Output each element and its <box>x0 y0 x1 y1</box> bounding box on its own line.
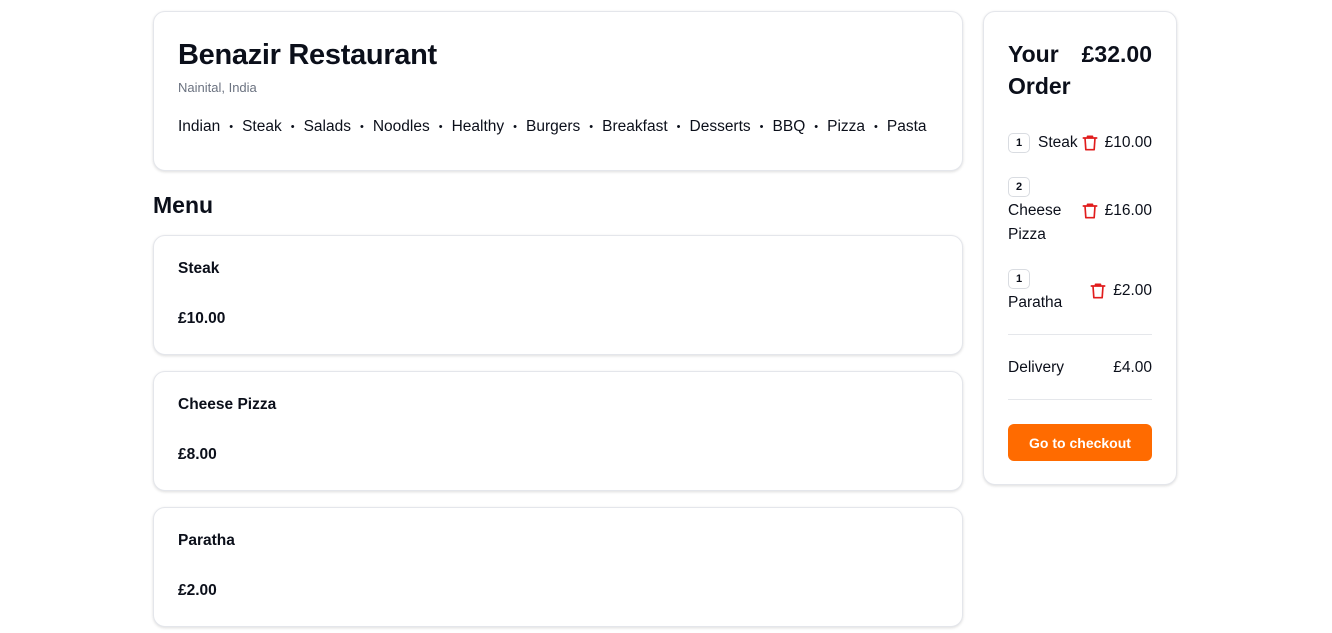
quantity-badge: 1 <box>1008 269 1030 289</box>
menu-item-price: £2.00 <box>178 582 217 599</box>
menu-item-price: £8.00 <box>178 446 217 463</box>
order-card: Your Order £32.00 1 Steak £10.00 2 Chees… <box>983 11 1177 485</box>
checkout-button[interactable]: Go to checkout <box>1008 424 1152 461</box>
cuisine-separator: • <box>290 121 295 133</box>
order-line-price: £2.00 <box>1113 282 1152 299</box>
cuisine-tag: Steak <box>242 118 282 135</box>
menu-item-name: Paratha <box>178 532 235 549</box>
cuisine-tag: Noodles <box>372 118 430 135</box>
menu-item-name: Cheese Pizza <box>178 396 277 413</box>
delivery-label: Delivery <box>1008 359 1064 376</box>
order-line-paratha: 1 Paratha £2.00 <box>1008 269 1152 315</box>
quantity-badge: 1 <box>1008 133 1030 153</box>
menu-item-paratha[interactable]: Paratha £2.00 <box>153 507 963 627</box>
restaurant-card: Benazir Restaurant Nainital, India India… <box>153 11 963 171</box>
order-line-price: £16.00 <box>1104 202 1152 219</box>
order-line-name: Cheese Pizza <box>1008 202 1062 243</box>
delivery-row: Delivery £4.00 <box>1008 358 1152 378</box>
cuisine-separator: • <box>874 121 878 133</box>
cuisine-separator: • <box>229 121 234 133</box>
order-line-right: £16.00 <box>1080 201 1152 221</box>
cuisine-separator: • <box>676 121 681 133</box>
menu-item-name: Steak <box>178 260 220 277</box>
restaurant-name: Benazir Restaurant <box>178 39 437 71</box>
trash-icon[interactable] <box>1088 281 1108 301</box>
cuisine-separator: • <box>438 121 443 133</box>
menu-heading: Menu <box>153 192 214 218</box>
trash-icon[interactable] <box>1080 201 1100 221</box>
cuisine-tag: Salads <box>303 118 351 135</box>
order-line-right: £10.00 <box>1080 133 1152 153</box>
cuisine-tag: Indian <box>178 118 221 135</box>
cuisine-separator: • <box>589 121 594 133</box>
page: Benazir Restaurant Nainital, India India… <box>0 0 1332 633</box>
order-total: £32.00 <box>1081 41 1152 67</box>
menu-item-price: £10.00 <box>178 310 226 327</box>
restaurant-location: Nainital, India <box>178 80 257 95</box>
order-line-name: Paratha <box>1008 294 1063 311</box>
cuisine-separator: • <box>814 121 819 133</box>
cuisine-tag: Burgers <box>526 118 581 135</box>
cuisine-tag: BBQ <box>772 118 806 135</box>
order-line-right: £2.00 <box>1088 281 1152 301</box>
cuisine-tag: Pasta <box>886 118 927 135</box>
quantity-badge: 2 <box>1008 177 1030 197</box>
trash-icon[interactable] <box>1080 133 1100 153</box>
delivery-price: £4.00 <box>1113 359 1152 376</box>
order-line-name: Steak <box>1038 134 1078 151</box>
cuisine-tag: Desserts <box>689 118 751 135</box>
cuisine-separator: • <box>759 121 764 133</box>
order-line-price: £10.00 <box>1104 134 1152 151</box>
cuisine-list: Indian • Steak • Salads • Noodles • Heal… <box>178 117 938 137</box>
cuisine-tag: Breakfast <box>602 118 668 135</box>
order-title: Your Order <box>1008 41 1071 99</box>
cuisine-separator: • <box>513 121 518 133</box>
cuisine-tag: Healthy <box>451 118 505 135</box>
order-line-cheese-pizza: 2 Cheese Pizza £16.00 <box>1008 177 1152 247</box>
menu-item-steak[interactable]: Steak £10.00 <box>153 235 963 355</box>
divider <box>1008 399 1152 400</box>
order-header: Your Order £32.00 <box>1008 38 1152 102</box>
cuisine-separator: • <box>360 121 364 133</box>
cuisine-tag: Pizza <box>827 118 866 135</box>
menu-item-cheese-pizza[interactable]: Cheese Pizza £8.00 <box>153 371 963 491</box>
order-line-steak: 1 Steak £10.00 <box>1008 132 1152 154</box>
divider <box>1008 334 1152 335</box>
